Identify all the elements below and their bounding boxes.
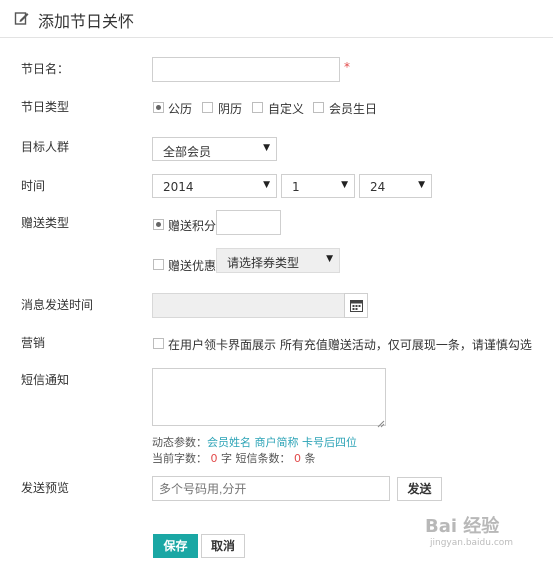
target-select[interactable]: 全部会员 ▼ [152,137,277,161]
marketing-text: 在用户领卡界面展示 所有充值赠送活动，仅可展现一条，请谨慎勾选 [168,338,532,352]
holiday-type-custom-radio[interactable] [252,102,263,113]
gift-points-label: 赠送积分 [168,219,217,233]
send-time-label: 消息发送时间 [21,298,94,312]
dynamic-params-prefix: 动态参数： [152,436,207,449]
holiday-type-lunar-label: 阴历 [218,102,243,116]
year-select-value: 2014 [163,180,194,194]
gift-type-label: 赠送类型 [21,216,70,230]
edit-icon [14,10,30,26]
calendar-button[interactable] [344,293,368,318]
sms-counts: 当前字数： 0 字 短信条数： 0 条 [152,450,316,466]
caret-down-icon: ▼ [341,180,348,190]
caret-down-icon: ▼ [263,143,270,153]
holiday-name-input[interactable] [152,57,340,82]
save-button[interactable]: 保存 [153,534,198,558]
caret-down-icon: ▼ [263,180,270,190]
page-title: 添加节日关怀 [38,12,135,31]
cancel-button[interactable]: 取消 [201,534,245,558]
watermark-url: jingyan.baidu.com [430,538,514,548]
holiday-type-solar-radio[interactable] [153,102,164,113]
sms-textarea[interactable] [152,368,386,426]
caret-down-icon: ▼ [418,180,425,190]
caret-down-icon: ▼ [326,254,333,264]
holiday-type-birthday-label: 会员生日 [329,102,378,116]
resize-handle-icon [377,417,385,431]
holiday-type-lunar-radio[interactable] [202,102,213,113]
watermark-logo: Bai 经验 [425,516,500,537]
calendar-icon [350,299,363,315]
preview-phone-input[interactable] [152,476,390,501]
char-count: 0 [210,452,218,465]
send-time-input[interactable] [152,293,345,318]
sms-label: 短信通知 [21,373,70,387]
required-mark: * [344,60,350,74]
month-select[interactable]: 1 ▼ [281,174,355,198]
dynamic-params: 动态参数：会员姓名 商户简称 卡号后四位 [152,434,357,450]
gift-coupon-label: 赠送优惠 [168,259,217,273]
param-merchant-name-link[interactable]: 商户简称 [255,436,299,449]
char-count-prefix: 当前字数： [152,452,207,465]
holiday-type-solar-label: 公历 [168,102,193,116]
param-member-name-link[interactable]: 会员姓名 [207,436,251,449]
holiday-type-custom-label: 自定义 [268,102,305,116]
char-unit: 字 短信条数： [221,452,291,465]
day-select-value: 24 [370,180,386,194]
marketing-label: 营销 [21,336,46,350]
holiday-type-label: 节日类型 [21,100,70,114]
day-select[interactable]: 24 ▼ [359,174,432,198]
page-header: 添加节日关怀 [0,0,553,38]
gift-coupon-checkbox[interactable] [153,259,164,270]
send-preview-button[interactable]: 发送 [397,477,442,501]
marketing-checkbox[interactable] [153,338,164,349]
year-select[interactable]: 2014 ▼ [152,174,277,198]
holiday-type-birthday-radio[interactable] [313,102,324,113]
target-select-value: 全部会员 [163,145,212,159]
time-label: 时间 [21,179,46,193]
gift-points-radio[interactable] [153,219,164,230]
coupon-type-select-value: 请选择券类型 [227,256,300,270]
msg-count: 0 [294,452,301,465]
holiday-name-label: 节日名： [21,62,70,76]
coupon-type-select[interactable]: 请选择券类型 ▼ [216,248,340,273]
target-label: 目标人群 [21,140,70,154]
preview-label: 发送预览 [21,481,70,495]
month-select-value: 1 [292,180,300,194]
gift-points-input[interactable] [216,210,281,235]
msg-unit: 条 [304,452,316,465]
param-card-last4-link[interactable]: 卡号后四位 [302,436,357,449]
